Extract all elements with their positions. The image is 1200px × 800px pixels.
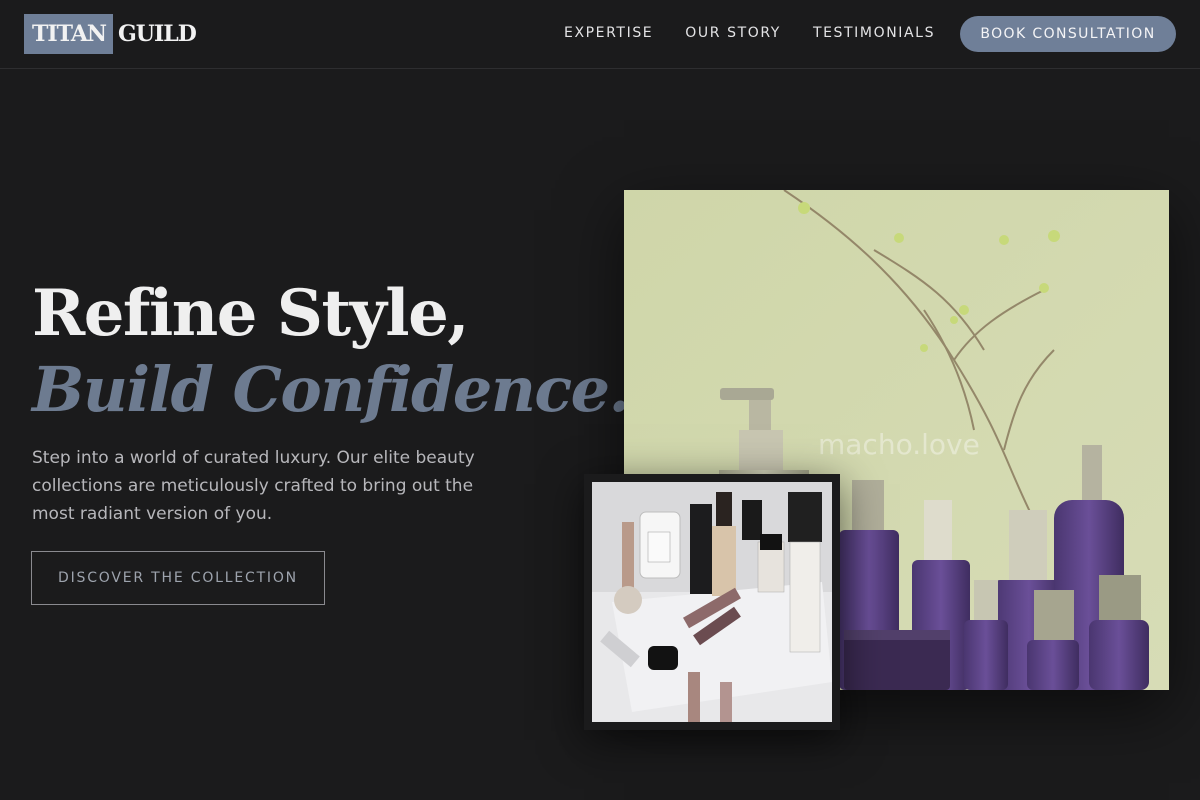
image-watermark: macho.love [818, 428, 980, 461]
main-nav: EXPERTISE OUR STORY TESTIMONIALS [564, 22, 967, 44]
headline-line-1: Refine Style, [32, 276, 470, 351]
cosmetics-illustration [592, 482, 832, 722]
logo-box-text: TITAN [24, 14, 114, 54]
nav-link-testimonials[interactable]: TESTIMONIALS [813, 22, 935, 44]
hero-headline: Refine Style, Build Confidence. [32, 276, 630, 428]
brand-logo[interactable]: TITAN GUILD [24, 14, 197, 54]
nav-link-our-story[interactable]: OUR STORY [685, 22, 781, 44]
book-consultation-button[interactable]: BOOK CONSULTATION [960, 16, 1176, 52]
nav-link-expertise[interactable]: EXPERTISE [564, 22, 653, 44]
logo-rest-text: GUILD [118, 21, 197, 47]
discover-collection-button[interactable]: DISCOVER THE COLLECTION [31, 551, 325, 605]
inset-cosmetics-image [592, 482, 832, 722]
navbar: TITAN GUILD EXPERTISE OUR STORY TESTIMON… [0, 0, 1200, 69]
headline-line-2: Build Confidence. [32, 353, 630, 426]
hero-description: Step into a world of curated luxury. Our… [32, 448, 475, 524]
